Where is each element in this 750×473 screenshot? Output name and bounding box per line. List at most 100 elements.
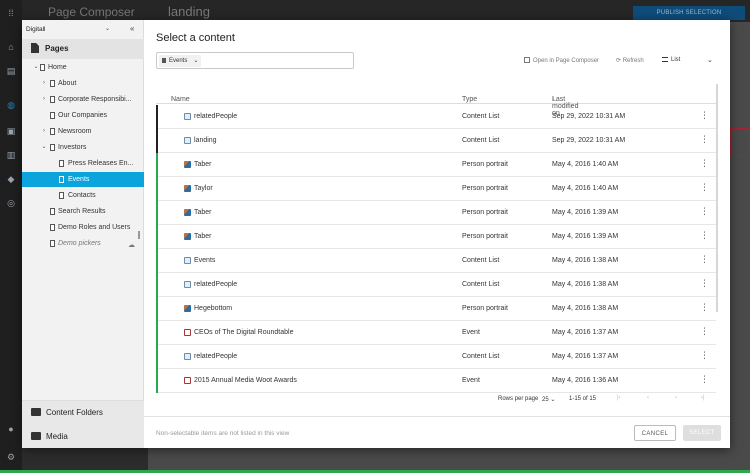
publish-selection-button[interactable]: PUBLISH SELECTION [633, 6, 745, 20]
tree-item-label: Contacts [68, 192, 96, 199]
table-row[interactable]: relatedPeople Content List May 4, 2016 1:3… [156, 273, 716, 297]
table-row[interactable]: relatedPeople Content List Sep 29, 2022 10… [156, 105, 716, 129]
select-button[interactable]: SELECT [683, 425, 721, 441]
more-actions-icon[interactable]: ⋮ [700, 279, 709, 288]
page-icon [59, 160, 64, 167]
status-indicator [156, 105, 158, 129]
refresh-button[interactable]: ⟳ Refresh [616, 57, 644, 64]
cancel-button[interactable]: CANCEL [634, 425, 676, 441]
page-icon [50, 208, 55, 215]
open-in-page-composer-button[interactable]: Open in Page Composer [524, 57, 599, 64]
app-switcher-icon[interactable]: ⁞⁞ [6, 8, 16, 18]
status-indicator [156, 225, 158, 249]
explore-icon[interactable]: ◎ [6, 198, 16, 208]
site-selector[interactable]: Digitall ⌄ [26, 24, 110, 35]
more-actions-icon[interactable]: ⋮ [700, 111, 709, 120]
more-actions-icon[interactable]: ⋮ [700, 183, 709, 192]
compass-icon[interactable]: ◍ [6, 100, 16, 110]
selected-area-outline [730, 128, 750, 156]
media-icon[interactable]: ▣ [6, 126, 16, 136]
home-icon[interactable]: ⌂ [6, 42, 16, 52]
row-type: Person portrait [462, 305, 508, 312]
tree-item[interactable]: Search Results [22, 204, 144, 219]
status-indicator [156, 177, 158, 201]
tree-scroll-handle[interactable] [138, 231, 140, 239]
tree-item[interactable]: Events [22, 172, 144, 187]
collapse-icon[interactable]: › [41, 92, 47, 107]
expand-icon[interactable]: ⌄ [41, 140, 47, 155]
sort-icon: ↓ [462, 96, 465, 102]
table-row[interactable]: Hegebottom Person portrait May 4, 2016 1:3… [156, 297, 716, 321]
content-folders-item[interactable]: Content Folders [22, 401, 144, 425]
media-label: Media [46, 432, 68, 441]
folder-icon [31, 408, 41, 416]
more-actions-icon[interactable]: ⋮ [700, 207, 709, 216]
tree-item-label: Home [48, 64, 67, 71]
tag-icon[interactable]: ◆ [6, 174, 16, 184]
view-mode-dropdown[interactable]: List [662, 57, 680, 63]
more-actions-icon[interactable]: ⋮ [700, 159, 709, 168]
first-page-icon[interactable]: |‹ [617, 395, 621, 401]
table-row[interactable]: relatedPeople Content List May 4, 2016 1:3… [156, 345, 716, 369]
tree-item-label: Investors [58, 144, 87, 151]
page-icon [50, 144, 55, 151]
collapse-icon[interactable]: › [41, 124, 47, 139]
last-page-icon[interactable]: ›| [701, 395, 705, 401]
table-row[interactable]: CEOs of The Digital Roundtable Event May 4… [156, 321, 716, 345]
search-input[interactable]: Events ⌄ [156, 52, 354, 69]
collapse-sidebar-icon[interactable]: « [130, 24, 134, 33]
open-external-icon [524, 57, 530, 63]
table-row[interactable]: Taber Person portrait May 4, 2016 1:39 AM ⋮ [156, 201, 716, 225]
type-filter-dropdown[interactable]: Events ⌄ [159, 55, 202, 67]
more-actions-icon[interactable]: ⋮ [700, 135, 709, 144]
tree-item[interactable]: Demo Roles and Users [22, 220, 144, 235]
tree-item[interactable]: ⌄ Investors [22, 140, 144, 155]
more-actions-icon[interactable]: ⋮ [700, 327, 709, 336]
footer-note: Non-selectable items are not listed in t… [156, 430, 290, 437]
more-actions-icon[interactable]: ⋮ [700, 351, 709, 360]
media-item[interactable]: Media [22, 425, 144, 449]
tree-item[interactable]: › About [22, 76, 144, 91]
collapse-icon[interactable]: › [41, 76, 47, 91]
status-indicator [156, 201, 158, 225]
table-row[interactable]: Taber Person portrait May 4, 2016 1:40 AM ⋮ [156, 153, 716, 177]
table-row[interactable]: 2015 Annual Media Woot Awards Event May 4,… [156, 369, 716, 393]
row-type: Event [462, 377, 480, 384]
rows-per-page-select[interactable]: 25 ⌄ [542, 396, 555, 403]
tree-item-label: Newsroom [58, 128, 92, 135]
more-actions-icon[interactable]: ⋮ [700, 255, 709, 264]
chevron-down-icon[interactable]: ⌄ [707, 56, 713, 64]
status-indicator [156, 273, 158, 297]
tree-item[interactable]: Demo pickers ☁ [22, 236, 144, 251]
settings-icon[interactable]: ⚙ [6, 452, 16, 462]
tree-item[interactable]: ⌄ Home [22, 60, 144, 75]
row-modified: May 4, 2016 1:38 AM [552, 257, 619, 264]
table-row[interactable]: Events Content List May 4, 2016 1:38 AM ⋮ [156, 249, 716, 273]
content-icon[interactable]: ▥ [6, 150, 16, 160]
table-row[interactable]: Taber Person portrait May 4, 2016 1:39 AM ⋮ [156, 225, 716, 249]
previous-page-icon[interactable]: ‹ [647, 395, 649, 401]
table-scrollbar[interactable] [716, 84, 718, 312]
tree-item[interactable]: Our Companies [22, 108, 144, 123]
filter-icon [162, 58, 166, 63]
row-modified: May 4, 2016 1:39 AM [552, 209, 619, 216]
expand-icon[interactable]: ⌄ [33, 60, 39, 75]
pages-section-header[interactable]: Pages [22, 39, 144, 59]
page-icon [50, 112, 55, 119]
tree-item[interactable]: Press Releases En... [22, 156, 144, 171]
tree-item[interactable]: Contacts [22, 188, 144, 203]
user-icon[interactable]: ● [6, 424, 16, 434]
table-row[interactable]: landing Content List Sep 29, 2022 10:31 AM… [156, 129, 716, 153]
more-actions-icon[interactable]: ⋮ [700, 231, 709, 240]
row-modified: May 4, 2016 1:38 AM [552, 305, 619, 312]
more-actions-icon[interactable]: ⋮ [700, 375, 709, 384]
table-row[interactable]: Taylor Person portrait May 4, 2016 1:40 AM… [156, 177, 716, 201]
row-modified: May 4, 2016 1:39 AM [552, 233, 619, 240]
tree-item[interactable]: › Corporate Responsibi... [22, 92, 144, 107]
document-icon[interactable]: ▤ [6, 66, 16, 76]
more-actions-icon[interactable]: ⋮ [700, 303, 709, 312]
next-page-icon[interactable]: › [675, 395, 677, 401]
row-name: relatedPeople [194, 113, 238, 120]
tree-item[interactable]: › Newsroom [22, 124, 144, 139]
row-type: Person portrait [462, 161, 508, 168]
